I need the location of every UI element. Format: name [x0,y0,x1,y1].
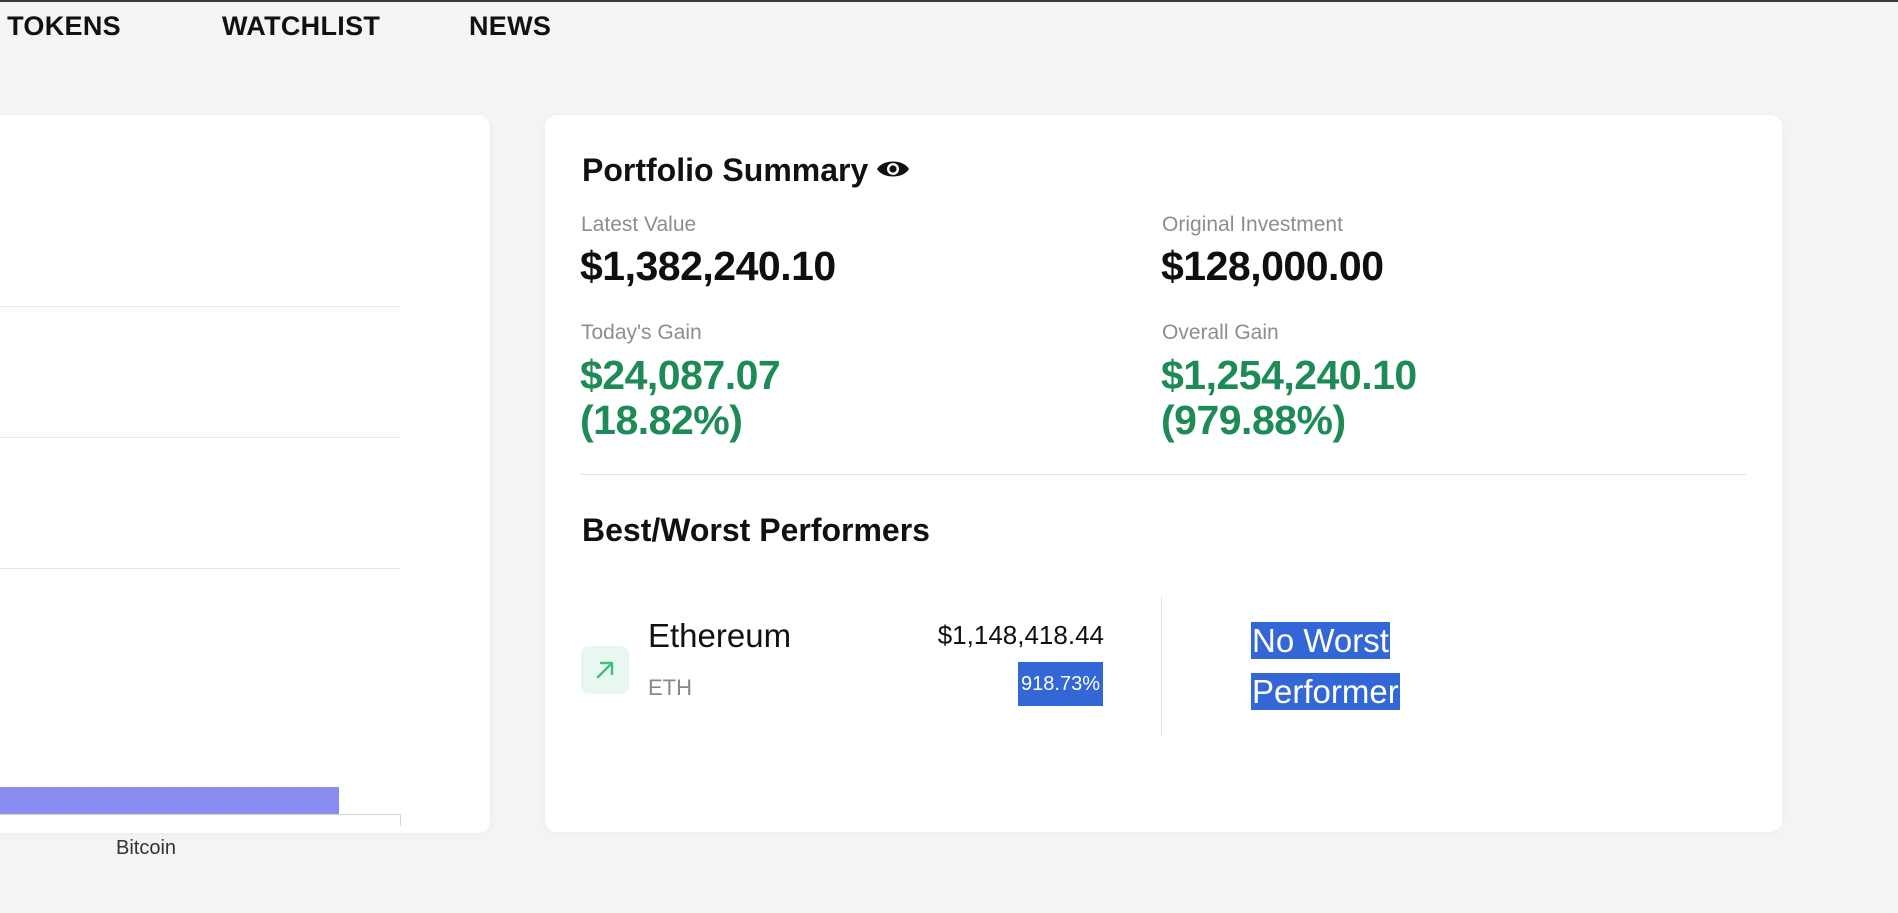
chart-axis-tick [400,814,401,826]
nav-item-tokens[interactable]: O TOKENS [0,8,121,44]
chart-x-tick-label: Bitcoin [115,837,177,859]
latest-value-label: Latest Value [581,213,697,236]
best-performer-name[interactable]: Ethereum [648,617,791,655]
no-worst-performer-text: No Worst Performer [1251,622,1400,710]
chart-gridline [0,568,401,569]
holdings-chart-card: Bitcoin [0,115,490,859]
original-investment-label: Original Investment [1162,213,1343,236]
top-border [0,0,1898,2]
overall-gain-label: Overall Gain [1162,321,1279,344]
todays-gain-amount: $24,087.07 [580,352,781,398]
portfolio-summary-title-text: Portfolio Summary [582,152,869,188]
latest-value: $1,382,240.10 [580,243,836,289]
eye-icon[interactable] [876,151,910,188]
overall-gain-pct: (979.88%) [1161,397,1346,443]
nav-item-watchlist[interactable]: WATCHLIST [222,8,380,44]
best-performer-pct: 918.73% [1018,662,1103,706]
todays-gain-label: Today's Gain [581,321,702,344]
section-divider [581,474,1746,475]
top-nav: O TOKENS WATCHLIST NEWS [0,8,1898,48]
performers-divider [1161,596,1162,736]
overall-gain-amount: $1,254,240.10 [1161,352,1417,398]
chart-gridline [0,306,401,307]
portfolio-summary-title: Portfolio Summary [582,152,910,191]
nav-item-news[interactable]: NEWS [469,8,551,44]
chart-bar-bitcoin[interactable] [0,787,339,815]
chart-gridline [0,437,401,438]
portfolio-summary-card: Portfolio Summary Latest Value $1,382,24… [545,115,1782,832]
best-worst-title: Best/Worst Performers [582,512,930,548]
best-performer-symbol: ETH [648,675,692,700]
chart-x-axis [0,814,401,815]
arrow-up-right-icon [581,646,629,694]
todays-gain-pct: (18.82%) [580,397,743,443]
original-investment: $128,000.00 [1161,243,1384,289]
best-performer-value: $1,148,418.44 [937,620,1104,650]
no-worst-performer: No Worst Performer [1251,615,1411,717]
